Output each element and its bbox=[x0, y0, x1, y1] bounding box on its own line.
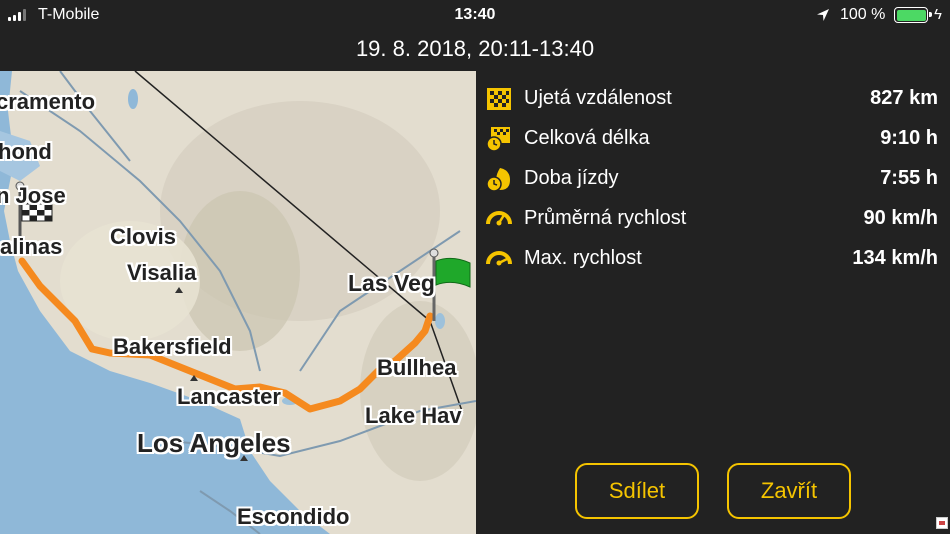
battery-icon bbox=[894, 7, 932, 23]
map-label-lake-havasu: Lake Hav bbox=[365, 403, 462, 428]
stat-value: 134 km/h bbox=[852, 247, 938, 269]
stat-label: Průměrná rychlost bbox=[524, 207, 687, 229]
map-label-escondido: Escondido bbox=[237, 504, 350, 529]
trip-date-range: 19. 8. 2018, 20:11-13:40 bbox=[355, 36, 595, 61]
corner-app-icon bbox=[936, 517, 948, 529]
stat-label: Celková délka bbox=[524, 127, 650, 149]
status-bar: T-Mobile 13:40 100 % ϟ bbox=[0, 0, 950, 30]
map-label-san-jose: n Jose bbox=[0, 183, 66, 208]
map-label-salinas: alinas bbox=[0, 234, 63, 259]
status-time: 13:40 bbox=[454, 6, 496, 23]
map-label-las-vegas: Las Veg bbox=[348, 270, 435, 296]
battery-percent: 100 % bbox=[840, 6, 886, 23]
map-label-richmond: hond bbox=[0, 139, 52, 164]
map-label-visalia: Visalia bbox=[127, 260, 197, 285]
stat-label: Max. rychlost bbox=[524, 247, 642, 269]
route-map[interactable]: cramento hond n Jose alinas Clovis Visal… bbox=[0, 71, 476, 534]
map-label-bullhead: Bullhea bbox=[377, 355, 457, 380]
map-terrain bbox=[0, 71, 476, 534]
charging-bolt-icon: ϟ bbox=[934, 6, 942, 23]
stat-label: Ujetá vzdálenost bbox=[524, 87, 672, 109]
map-label-sacramento: cramento bbox=[0, 89, 96, 114]
stat-value: 7:55 h bbox=[880, 167, 938, 189]
trip-stats-list: Ujetá vzdálenost 827 km Celková délka 9:… bbox=[486, 84, 940, 284]
checkered-clock-icon bbox=[486, 127, 510, 152]
stat-value: 827 km bbox=[870, 87, 938, 109]
speedometer-icon bbox=[486, 211, 512, 226]
stat-value: 9:10 h bbox=[880, 127, 938, 149]
stat-row-total-duration: Celková délka 9:10 h bbox=[486, 124, 940, 164]
stat-label: Doba jízdy bbox=[524, 167, 619, 189]
stat-row-average-speed: Průměrná rychlost 90 km/h bbox=[486, 204, 940, 244]
map-label-lancaster: Lancaster bbox=[177, 384, 281, 409]
stat-value: 90 km/h bbox=[863, 207, 938, 229]
share-button[interactable]: Sdílet bbox=[575, 463, 699, 519]
location-arrow-icon bbox=[817, 9, 829, 21]
stat-row-distance: Ujetá vzdálenost 827 km bbox=[486, 84, 940, 124]
map-label-los-angeles: Los Angeles bbox=[137, 428, 291, 458]
speedometer-max-icon bbox=[486, 251, 512, 266]
map-label-clovis: Clovis bbox=[110, 224, 177, 249]
stat-row-driving-time: Doba jízdy 7:55 h bbox=[486, 164, 940, 204]
close-button[interactable]: Zavřít bbox=[727, 463, 851, 519]
driving-time-icon bbox=[486, 168, 510, 192]
map-label-bakersfield: Bakersfield bbox=[113, 334, 232, 359]
checkered-distance-icon bbox=[487, 88, 511, 110]
stat-row-max-speed: Max. rychlost 134 km/h bbox=[486, 244, 940, 284]
